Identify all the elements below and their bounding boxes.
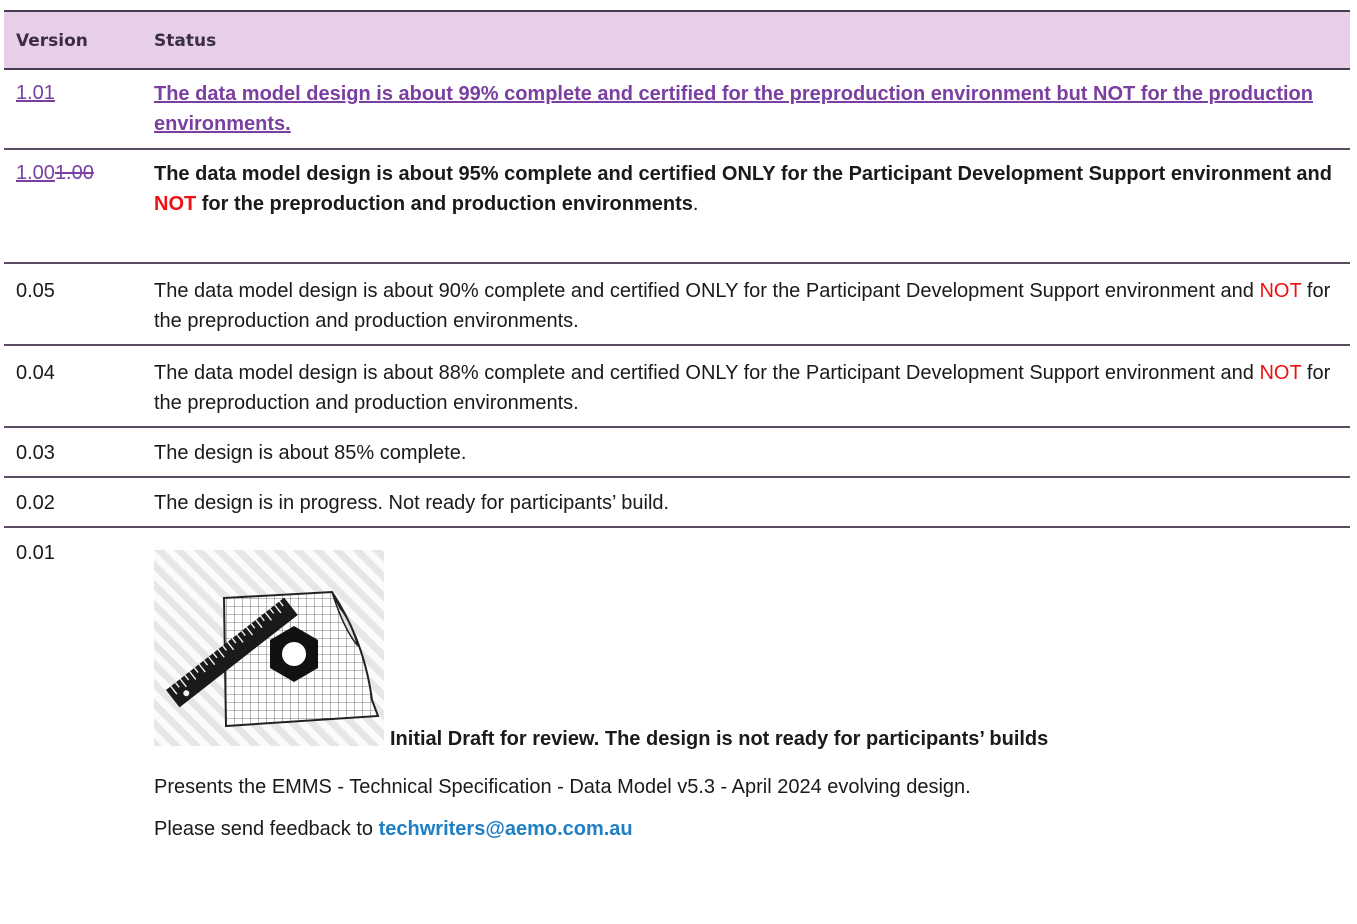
status-text: The data model design is about 90% compl… xyxy=(154,280,1331,332)
not-highlight: NOT xyxy=(1259,362,1302,384)
status-text: The data model design is about 88% compl… xyxy=(154,362,1331,414)
table-header: Version Status xyxy=(4,10,1350,70)
status-text: The design is about 85% complete. xyxy=(154,442,467,464)
not-highlight: NOT xyxy=(1259,280,1302,302)
feedback-text: Please send feedback to techwriters@aemo… xyxy=(154,818,633,840)
header-status: Status xyxy=(154,31,217,51)
version-cell: 0.04 xyxy=(16,362,55,384)
not-highlight: NOT xyxy=(154,193,197,215)
version-deleted: 1.00 xyxy=(54,162,94,184)
version-status-table: Version Status 1.01 The data model desig… xyxy=(4,10,1350,844)
version-cell: 0.05 xyxy=(16,280,55,302)
version-cell: 0.01 xyxy=(16,542,55,564)
table-row: 1.001.00 The data model design is about … xyxy=(4,150,1350,264)
version-cell: 1.001.00 xyxy=(16,162,94,185)
table-row: 1.01 The data model design is about 99% … xyxy=(4,70,1350,150)
email-link[interactable]: techwriters@aemo.com.au xyxy=(379,818,633,840)
table-row: 0.01 Initial Draft for review. The desig… xyxy=(4,528,1350,844)
version-cell: 0.03 xyxy=(16,442,55,464)
version-cell: 0.02 xyxy=(16,492,55,514)
table-row: 0.02 The design is in progress. Not read… xyxy=(4,478,1350,528)
presents-text: Presents the EMMS - Technical Specificat… xyxy=(154,776,971,798)
status-text: The design is in progress. Not ready for… xyxy=(154,492,670,514)
design-illustration-icon xyxy=(154,550,384,746)
draft-note: Initial Draft for review. The design is … xyxy=(390,728,1049,750)
table-row: 0.05 The data model design is about 90% … xyxy=(4,264,1350,346)
version-link[interactable]: 1.01 xyxy=(16,82,55,105)
table-row: 0.03 The design is about 85% complete. xyxy=(4,428,1350,478)
header-version: Version xyxy=(16,31,88,51)
version-inserted[interactable]: 1.00 xyxy=(16,162,55,184)
status-text: The data model design is about 95% compl… xyxy=(154,163,1332,215)
table-row: 0.04 The data model design is about 88% … xyxy=(4,346,1350,428)
status-text[interactable]: The data model design is about 99% compl… xyxy=(154,79,1344,139)
